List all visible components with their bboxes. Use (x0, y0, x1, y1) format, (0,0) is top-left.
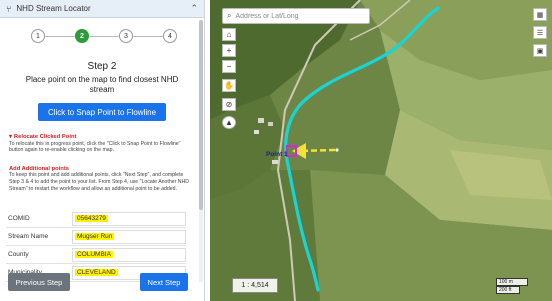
additional-points-text: To keep this point and add additional po… (9, 172, 190, 192)
county-value-box: COLUMBIA (72, 247, 186, 262)
point-1-label: Point 1 (266, 151, 288, 158)
step-connector (133, 36, 163, 37)
scale-bar-imperial: 200 ft (496, 286, 520, 294)
stream-attributes: COMID 05643279 Stream Name Mugser Run Co… (6, 210, 186, 282)
stream-name-value: Mugser Run (75, 233, 115, 240)
building (272, 160, 278, 164)
minus-icon[interactable]: − (222, 60, 236, 73)
comid-value: 05643279 (75, 215, 108, 222)
step-3-circle: 3 (119, 29, 133, 43)
additional-points-note: Add Additional points To keep this point… (0, 166, 204, 192)
municipality-value: CLEVELAND (75, 269, 118, 276)
step-connector (89, 36, 119, 37)
stream-locator-panel: ⑂ NHD Stream Locator ⌃ 1 2 3 4 Step 2 Pl… (0, 0, 205, 301)
county-value: COLUMBIA (75, 251, 113, 258)
step-indicator: 1 2 3 4 (0, 21, 204, 51)
map-view[interactable]: Point 1 ⌕ ⌂ + − ✋ ⊘ ▲ ▦ ☰ ▣ 1 : 4,514 10… (210, 0, 552, 301)
legend-icon[interactable]: ▣ (533, 44, 547, 57)
panel-title: NHD Stream Locator (16, 4, 91, 13)
relocate-note: ▾ Relocate Clicked Point To relocate this… (0, 134, 204, 154)
arrow-tail-dot (335, 148, 339, 152)
additional-points-title: Add Additional points (9, 165, 69, 172)
stream-name-value-box: Mugser Run (72, 229, 186, 244)
relocate-note-title: Relocate Clicked Point (13, 134, 77, 140)
eraser-icon[interactable]: ⊘ (222, 98, 236, 111)
address-search-input[interactable] (235, 12, 356, 20)
search-icon: ⌕ (227, 11, 232, 20)
next-step-button[interactable]: Next Step (140, 273, 188, 291)
compass-icon[interactable]: ▲ (222, 116, 236, 129)
map-pin-icon: ▾ (9, 134, 12, 140)
scale-bar: 100 m 200 ft (496, 278, 536, 294)
scale-ratio: 1 : 4,514 (232, 278, 278, 293)
comid-value-box: 05643279 (72, 211, 186, 226)
county-row: County COLUMBIA (6, 246, 186, 264)
previous-step-button[interactable]: Previous Step (8, 273, 70, 291)
comid-row: COMID 05643279 (6, 210, 186, 228)
panel-header: ⑂ NHD Stream Locator ⌃ (0, 0, 204, 18)
step-4-circle: 4 (163, 29, 177, 43)
aerial-imagery (210, 0, 552, 301)
comid-label: COMID (8, 215, 30, 222)
stream-name-row: Stream Name Mugser Run (6, 228, 186, 246)
building (254, 130, 259, 134)
scale-bar-metric: 100 m (496, 278, 528, 286)
address-search[interactable]: ⌕ (222, 8, 370, 24)
basemap-icon[interactable]: ▦ (533, 8, 547, 21)
county-label: County (8, 251, 29, 258)
plus-icon[interactable]: + (222, 44, 236, 57)
relocate-note-text: To relocate this in progress point, clic… (9, 140, 181, 154)
step-connector (45, 36, 75, 37)
layers-icon[interactable]: ☰ (533, 26, 547, 39)
step-title: Step 2 (87, 61, 117, 72)
step-1-circle: 1 (31, 29, 45, 43)
step-2-circle: 2 (75, 29, 89, 43)
stream-logo-icon: ⑂ (6, 3, 12, 14)
building (258, 118, 264, 123)
chevron-up-icon[interactable]: ⌃ (190, 3, 198, 14)
step-instruction: Place point on the map to find closest N… (25, 75, 179, 94)
building (268, 122, 273, 126)
panel-scrollbar-thumb[interactable] (199, 20, 203, 210)
snap-to-flowline-button[interactable]: Click to Snap Point to Flowline (38, 103, 166, 121)
hand-icon[interactable]: ✋ (222, 79, 236, 92)
stream-name-label: Stream Name (8, 233, 49, 240)
home-icon[interactable]: ⌂ (222, 28, 236, 41)
